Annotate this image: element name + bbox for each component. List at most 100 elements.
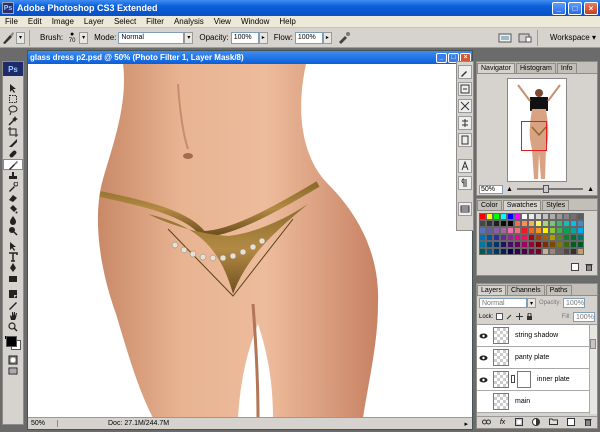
add-mask-icon[interactable] bbox=[514, 417, 523, 428]
color-swatch[interactable] bbox=[521, 234, 528, 241]
visibility-eye-icon[interactable] bbox=[477, 355, 489, 361]
quick-mask-icon[interactable] bbox=[3, 354, 23, 365]
flow-input[interactable]: 100% bbox=[294, 31, 323, 44]
new-layer-icon[interactable] bbox=[567, 417, 576, 428]
color-swatch[interactable] bbox=[486, 234, 493, 241]
color-swatch[interactable] bbox=[542, 227, 549, 234]
eraser-tool-icon[interactable] bbox=[3, 192, 23, 203]
color-swatch[interactable] bbox=[577, 227, 584, 234]
crop-tool-icon[interactable] bbox=[3, 126, 23, 137]
menu-filter[interactable]: Filter bbox=[141, 17, 169, 26]
color-swatch[interactable] bbox=[570, 220, 577, 227]
history-brush-tool-icon[interactable] bbox=[3, 181, 23, 192]
tab-paths[interactable]: Paths bbox=[545, 285, 572, 295]
tab-swatches[interactable]: Swatches bbox=[502, 200, 542, 210]
tab-navigator[interactable]: Navigator bbox=[477, 63, 515, 73]
menu-analysis[interactable]: Analysis bbox=[169, 17, 209, 26]
color-swatch[interactable] bbox=[514, 227, 521, 234]
slice-tool-icon[interactable] bbox=[3, 137, 23, 148]
color-swatch[interactable] bbox=[486, 220, 493, 227]
color-swatch[interactable] bbox=[521, 227, 528, 234]
color-swatch[interactable] bbox=[556, 227, 563, 234]
go-to-bridge-icon[interactable] bbox=[497, 30, 513, 46]
color-swatch[interactable] bbox=[577, 213, 584, 220]
opacity-input[interactable]: 100% bbox=[230, 31, 259, 44]
color-swatch[interactable] bbox=[563, 220, 570, 227]
color-swatch[interactable] bbox=[549, 227, 556, 234]
layer-blend-select[interactable]: Normal bbox=[479, 298, 527, 308]
color-swatch[interactable] bbox=[577, 234, 584, 241]
visibility-eye-icon[interactable] bbox=[477, 333, 489, 339]
status-menu-arrow[interactable]: ▸ bbox=[464, 420, 472, 428]
menu-select[interactable]: Select bbox=[109, 17, 141, 26]
healing-brush-tool-icon[interactable] bbox=[3, 148, 23, 159]
menu-image[interactable]: Image bbox=[47, 17, 79, 26]
clone-stamp-tool-icon[interactable] bbox=[3, 170, 23, 181]
actions-panel-icon[interactable] bbox=[458, 133, 472, 147]
layer-mask-thumbnail[interactable] bbox=[517, 371, 531, 388]
brush-tool-icon[interactable] bbox=[3, 159, 23, 170]
color-swatch[interactable] bbox=[528, 213, 535, 220]
menu-window[interactable]: Window bbox=[236, 17, 274, 26]
delete-swatch-icon[interactable] bbox=[585, 263, 593, 273]
mode-select[interactable]: Normal bbox=[118, 31, 185, 44]
palette-well-icon[interactable] bbox=[517, 30, 533, 46]
color-swatch[interactable] bbox=[556, 241, 563, 248]
layer-row[interactable]: main bbox=[477, 391, 597, 413]
color-swatch[interactable] bbox=[563, 234, 570, 241]
tab-info[interactable]: Info bbox=[556, 63, 577, 73]
color-swatch[interactable] bbox=[500, 220, 507, 227]
toolbox-logo[interactable]: Ps bbox=[3, 62, 23, 76]
color-swatch[interactable] bbox=[507, 220, 514, 227]
paragraph-panel-icon[interactable] bbox=[458, 176, 472, 190]
layer-name[interactable]: panty plate bbox=[515, 354, 549, 361]
dodge-tool-icon[interactable] bbox=[3, 225, 23, 236]
tab-color[interactable]: Color bbox=[477, 200, 502, 210]
color-swatch[interactable] bbox=[535, 241, 542, 248]
layer-comps-panel-icon[interactable] bbox=[458, 99, 472, 113]
type-tool-icon[interactable] bbox=[3, 251, 23, 262]
layer-row[interactable]: string shadow bbox=[477, 325, 597, 347]
marquee-tool-icon[interactable] bbox=[3, 93, 23, 104]
layers-scroll-thumb[interactable] bbox=[590, 339, 596, 349]
menu-layer[interactable]: Layer bbox=[79, 17, 109, 26]
hand-tool-icon[interactable] bbox=[3, 310, 23, 321]
color-swatch[interactable] bbox=[500, 241, 507, 248]
color-swatch[interactable] bbox=[521, 213, 528, 220]
magic-wand-tool-icon[interactable] bbox=[3, 115, 23, 126]
layer-name[interactable]: inner plate bbox=[537, 376, 570, 383]
color-swatch[interactable] bbox=[479, 241, 486, 248]
brushes-panel-icon[interactable] bbox=[458, 65, 472, 79]
navigator-zoom-input[interactable]: 50% bbox=[479, 184, 503, 194]
tab-layers[interactable]: Layers bbox=[477, 285, 507, 295]
tab-histogram[interactable]: Histogram bbox=[515, 63, 556, 73]
color-swatch[interactable] bbox=[486, 248, 493, 255]
color-swatch[interactable] bbox=[570, 213, 577, 220]
layer-blend-dropdown[interactable]: ▾ bbox=[527, 298, 536, 308]
color-swatch[interactable] bbox=[493, 234, 500, 241]
color-swatch[interactable] bbox=[528, 227, 535, 234]
color-swatch[interactable] bbox=[500, 248, 507, 255]
zoom-in-icon[interactable]: ▲ bbox=[587, 186, 594, 193]
layer-name[interactable]: string shadow bbox=[515, 332, 558, 339]
color-swatch[interactable] bbox=[486, 241, 493, 248]
delete-layer-icon[interactable] bbox=[584, 418, 592, 428]
opacity-slider-button[interactable]: ▸ bbox=[258, 31, 268, 44]
navigator-view-box[interactable] bbox=[521, 121, 547, 151]
character-panel-icon[interactable] bbox=[458, 159, 472, 173]
layer-style-icon[interactable]: fx bbox=[500, 419, 505, 426]
color-swatch[interactable] bbox=[549, 213, 556, 220]
layer-opacity-input[interactable]: 100% bbox=[563, 298, 586, 308]
doc-zoom-value[interactable]: 50% bbox=[28, 420, 58, 427]
color-swatch[interactable] bbox=[535, 227, 542, 234]
workspace-button[interactable]: Workspace ▾ bbox=[546, 31, 600, 44]
color-swatch[interactable] bbox=[521, 241, 528, 248]
color-swatch[interactable] bbox=[514, 213, 521, 220]
color-swatch[interactable] bbox=[507, 227, 514, 234]
layer-row[interactable]: panty plate bbox=[477, 347, 597, 369]
layers-scrollbar[interactable] bbox=[589, 325, 597, 414]
color-swatch[interactable] bbox=[514, 248, 521, 255]
zoom-out-icon[interactable]: ▲ bbox=[506, 186, 513, 193]
flow-slider-button[interactable]: ▸ bbox=[322, 31, 332, 44]
tab-channels[interactable]: Channels bbox=[507, 285, 545, 295]
